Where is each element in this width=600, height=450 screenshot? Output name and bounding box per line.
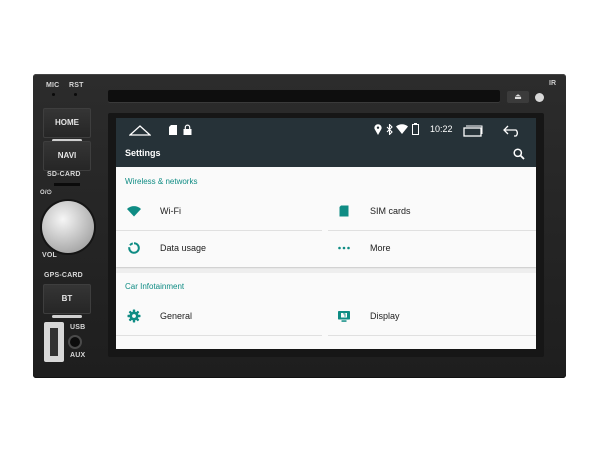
location-icon [374, 124, 382, 135]
usb-label: USB [70, 324, 86, 331]
reset-dot [535, 93, 544, 102]
divider [116, 335, 322, 336]
lock-icon [183, 124, 192, 135]
section-header-car-infotainment: Car Infotainment [125, 282, 185, 291]
data-usage-icon [128, 242, 140, 254]
setting-label-sim-cards: SIM cards [370, 206, 411, 216]
status-bar: 10:22 [116, 118, 536, 142]
aux-label: AUX [70, 352, 86, 359]
back-icon[interactable] [502, 124, 522, 137]
reset-hole[interactable] [74, 93, 77, 96]
navi-button[interactable]: NAVI [43, 141, 91, 171]
setting-item-data-usage[interactable]: Data usage [116, 231, 324, 267]
setting-item-wifi[interactable]: Wi-Fi [116, 194, 324, 230]
setting-label-wifi: Wi-Fi [160, 206, 181, 216]
ir-label: IR [549, 80, 556, 87]
battery-icon [412, 123, 419, 135]
home-button[interactable]: HOME [43, 108, 91, 142]
volume-knob[interactable] [42, 201, 94, 253]
usb-port[interactable] [44, 322, 64, 362]
mic-hole [52, 93, 55, 96]
power-label: O/⏻ [40, 190, 52, 196]
recent-apps-icon[interactable] [463, 125, 483, 137]
setting-label-display: Display [370, 311, 400, 321]
section-header-wireless: Wireless & networks [125, 177, 198, 186]
car-infotainment-card: Car Infotainment General Display [116, 273, 536, 349]
setting-item-sim-cards[interactable]: SIM cards [326, 194, 536, 230]
sim-card-icon [339, 205, 349, 217]
setting-label-data-usage: Data usage [160, 243, 207, 253]
rst-label: RST [69, 82, 84, 89]
navi-button-label: NAVI [57, 151, 77, 160]
divider [328, 335, 536, 336]
bt-button-label: BT [61, 294, 73, 303]
eject-button[interactable]: ⏏ [507, 91, 529, 103]
wifi-icon [127, 206, 141, 217]
wifi-icon [396, 124, 408, 134]
wireless-networks-card: Wireless & networks Wi-Fi SIM cards Data… [116, 167, 536, 267]
bluetooth-icon [386, 124, 393, 135]
bt-button-indicator [52, 315, 82, 318]
bt-button[interactable]: BT [43, 284, 91, 318]
display-icon [338, 311, 350, 322]
sd-card-icon [169, 125, 177, 135]
page-title: Settings [125, 148, 161, 158]
setting-label-general: General [160, 311, 193, 321]
disc-slot [108, 90, 500, 102]
sd-card-slot[interactable] [54, 183, 80, 186]
mic-label: MIC [46, 82, 60, 89]
home-outline-icon[interactable] [129, 124, 151, 136]
home-button-label: HOME [55, 118, 79, 127]
gpscard-label: GPS-CARD [44, 272, 83, 279]
setting-item-more[interactable]: More [326, 231, 536, 267]
setting-item-general[interactable]: General [116, 299, 324, 335]
screen: 10:22 Settings Wireless & networks Wi-Fi [116, 118, 536, 349]
vol-label: VOL [42, 252, 57, 259]
aux-port[interactable] [70, 337, 80, 347]
action-bar: Settings [116, 142, 536, 167]
clock: 10:22 [430, 124, 453, 134]
eject-icon: ⏏ [514, 92, 522, 101]
more-dots-icon [338, 246, 350, 250]
sdcard-label: SD-CARD [47, 171, 81, 178]
gear-icon [127, 309, 141, 323]
setting-item-display[interactable]: Display [326, 299, 536, 335]
setting-label-more: More [370, 243, 391, 253]
search-icon[interactable] [513, 148, 525, 160]
